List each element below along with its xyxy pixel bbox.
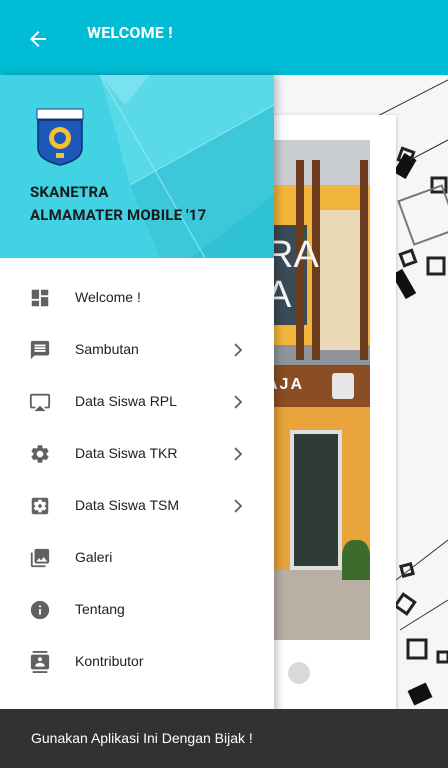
menu-item-label: Sambutan: [75, 341, 139, 357]
arrow-back-icon[interactable]: [26, 27, 50, 51]
menu-item-data-siswa-tkr[interactable]: Data Siswa TKR: [0, 429, 274, 481]
snackbar-message: Gunakan Aplikasi Ini Dengan Bijak !: [31, 730, 253, 746]
dashboard-icon: [29, 287, 51, 309]
drawer-header-subtitle: ALMAMATER MOBILE '17: [30, 206, 207, 224]
menu-item-sambutan[interactable]: Sambutan: [0, 325, 274, 377]
message-icon: [29, 339, 51, 361]
menu-item-tentang[interactable]: Tentang: [0, 585, 274, 637]
airplay-icon: [29, 391, 51, 413]
menu-item-label: Tentang: [75, 601, 125, 617]
drawer-header-title: SKANETRA: [30, 183, 109, 201]
menu-item-label: Galeri: [75, 549, 113, 565]
settings-icon: [29, 443, 51, 465]
info-icon: [29, 599, 51, 621]
menu-item-label: Data Siswa TSM: [75, 497, 179, 513]
app-bar: WELCOME !: [0, 0, 448, 75]
page-indicator-dot[interactable]: [288, 662, 310, 684]
menu-item-data-siswa-tsm[interactable]: Data Siswa TSM: [0, 481, 274, 533]
drawer-menu: Welcome ! Sambutan Data Siswa RPL Data S…: [0, 273, 274, 689]
menu-item-label: Data Siswa RPL: [75, 393, 177, 409]
chevron-right-icon: [232, 446, 244, 462]
menu-item-label: Data Siswa TKR: [75, 445, 178, 461]
app-bar-title: WELCOME !: [87, 23, 173, 42]
header-geometry: [0, 75, 274, 258]
snackbar: Gunakan Aplikasi Ini Dengan Bijak !: [0, 709, 448, 768]
navigation-drawer: SKANETRA ALMAMATER MOBILE '17 Welcome ! …: [0, 75, 274, 768]
chevron-right-icon: [232, 394, 244, 410]
contacts-icon: [29, 651, 51, 673]
chevron-right-icon: [232, 498, 244, 514]
settings-applications-icon: [29, 495, 51, 517]
photo-library-icon: [29, 547, 51, 569]
menu-item-galeri[interactable]: Galeri: [0, 533, 274, 585]
menu-item-welcome[interactable]: Welcome !: [0, 273, 274, 325]
menu-item-label: Welcome !: [75, 289, 141, 305]
menu-item-label: Kontributor: [75, 653, 144, 669]
menu-item-kontributor[interactable]: Kontributor: [0, 637, 274, 689]
drawer-header: SKANETRA ALMAMATER MOBILE '17: [0, 75, 274, 258]
chevron-right-icon: [232, 342, 244, 358]
menu-item-data-siswa-rpl[interactable]: Data Siswa RPL: [0, 377, 274, 429]
school-emblem-logo: [36, 108, 84, 166]
school-building-photo: RA A AJA: [262, 140, 370, 640]
